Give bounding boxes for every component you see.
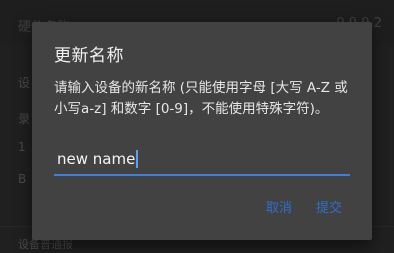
dialog-actions: 取消 提交 xyxy=(254,191,354,222)
dialog-title: 更新名称 xyxy=(54,46,124,66)
input-underline xyxy=(54,174,350,176)
device-name-input-value[interactable]: new name xyxy=(57,150,135,168)
screen: 硬件名称 9.9.9.2 设 录 1 B 设备普通报 更新名称 请输入设备的新名… xyxy=(0,0,394,253)
update-name-dialog: 更新名称 请输入设备的新名称 (只能使用字母 [大写 A-Z 或 小写a-z] … xyxy=(32,22,372,240)
submit-button[interactable]: 提交 xyxy=(304,191,354,222)
device-name-input-value-wrap[interactable]: new name xyxy=(57,150,139,168)
device-name-input[interactable]: new name xyxy=(54,146,350,178)
dialog-message: 请输入设备的新名称 (只能使用字母 [大写 A-Z 或 小写a-z] 和数字 [… xyxy=(54,80,348,117)
cancel-button[interactable]: 取消 xyxy=(254,191,304,222)
text-cursor xyxy=(136,150,139,168)
